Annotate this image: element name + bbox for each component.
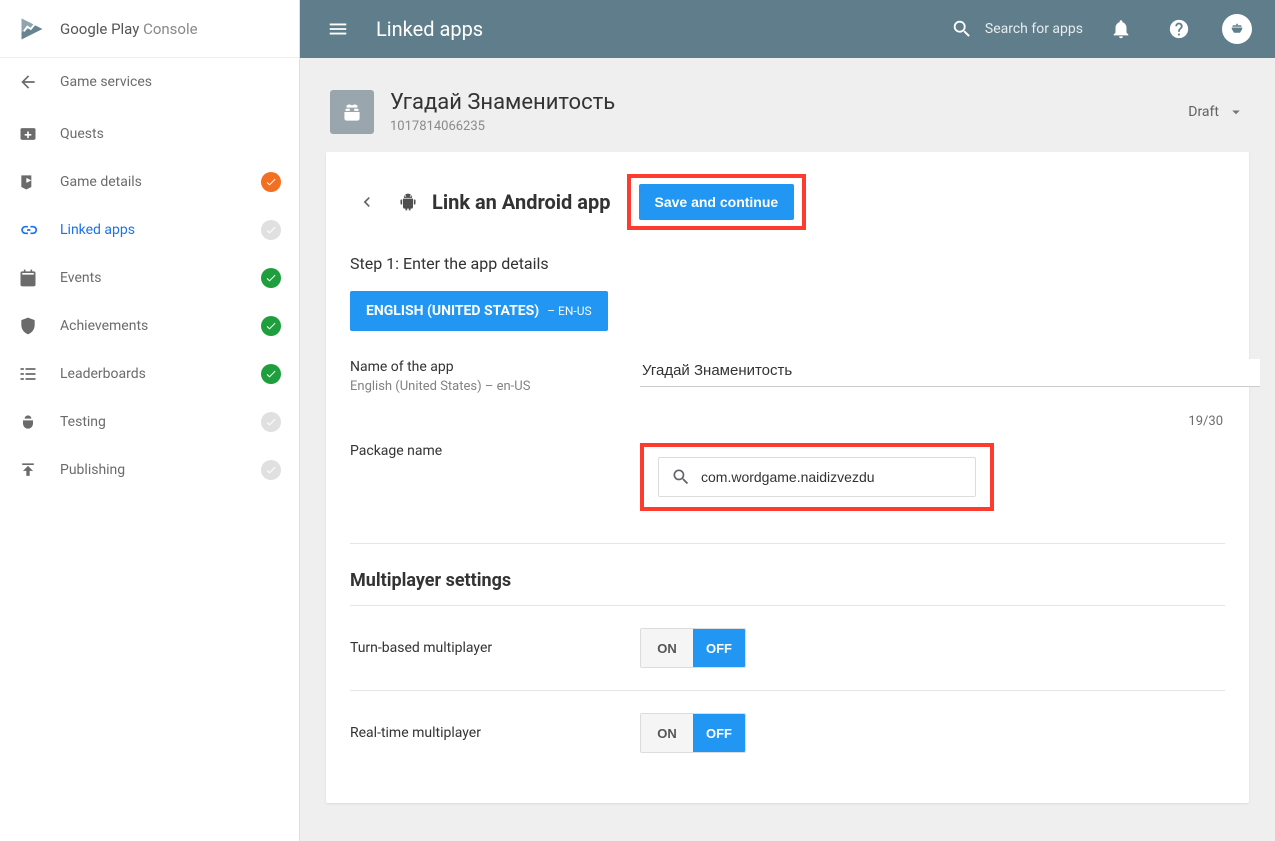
mp-rt-off-button[interactable]: OFF bbox=[693, 714, 745, 752]
sidebar-item-label: Testing bbox=[60, 414, 106, 430]
play-console-logo-icon bbox=[18, 15, 46, 43]
help-icon[interactable] bbox=[1159, 9, 1199, 49]
save-highlight-box: Save and continue bbox=[627, 174, 807, 230]
publish-icon bbox=[18, 460, 38, 480]
sidebar-item-game-details[interactable]: Game details bbox=[0, 158, 299, 206]
app-id: 1017814066235 bbox=[390, 119, 615, 134]
mp-rt-on-button[interactable]: ON bbox=[641, 714, 693, 752]
language-chip[interactable]: ENGLISH (UNITED STATES) – EN-US bbox=[350, 291, 608, 331]
sidebar-item-label: Events bbox=[60, 270, 101, 286]
sidebar-item-label: Achievements bbox=[60, 318, 148, 334]
app-thumbnail bbox=[330, 90, 374, 134]
status-badge-icon bbox=[261, 316, 281, 336]
status-badge-icon bbox=[261, 412, 281, 432]
status-badge-icon bbox=[261, 364, 281, 384]
sidebar-back[interactable]: Game services bbox=[0, 58, 299, 106]
brand: Google Play Console bbox=[0, 0, 299, 58]
sidebar-item-label: Quests bbox=[60, 126, 104, 142]
main: Linked apps Search for apps bbox=[300, 0, 1275, 841]
mp-rt-toggle: ON OFF bbox=[640, 713, 746, 753]
app-header: Угадай Знаменитость 1017814066235 Draft bbox=[326, 84, 1249, 152]
save-continue-button[interactable]: Save and continue bbox=[639, 184, 795, 220]
package-name-label: Package name bbox=[350, 443, 600, 459]
bug-icon bbox=[18, 412, 38, 432]
language-chip-sub: – EN-US bbox=[547, 304, 591, 318]
mp-turn-off-button[interactable]: OFF bbox=[693, 629, 745, 667]
mp-rt-label: Real-time multiplayer bbox=[350, 725, 600, 741]
app-name-input[interactable] bbox=[640, 359, 1260, 387]
step1-title: Step 1: Enter the app details bbox=[350, 254, 1225, 273]
app-name-sublabel: English (United States) – en-US bbox=[350, 379, 600, 394]
field-app-name: Name of the app English (United States) … bbox=[350, 331, 1225, 404]
app-title: Угадай Знаменитость bbox=[390, 90, 615, 115]
shield-icon bbox=[18, 316, 38, 336]
account-avatar[interactable] bbox=[1217, 9, 1257, 49]
chevron-down-icon bbox=[1227, 103, 1245, 121]
package-highlight-box bbox=[640, 443, 994, 511]
sidebar-item-label: Leaderboards bbox=[60, 366, 146, 382]
sidebar-item-achievements[interactable]: Achievements bbox=[0, 302, 299, 350]
card-icon bbox=[18, 172, 38, 192]
app-name-label: Name of the app bbox=[350, 359, 600, 375]
card-header: Link an Android app Save and continue bbox=[350, 174, 1225, 230]
language-chip-main: ENGLISH (UNITED STATES) bbox=[366, 303, 539, 319]
mp-turn-on-button[interactable]: ON bbox=[641, 629, 693, 667]
topbar-title: Linked apps bbox=[376, 17, 483, 41]
brand-name: Google Play Console bbox=[60, 20, 198, 38]
arrow-back-icon bbox=[18, 72, 38, 92]
sidebar-item-label: Game details bbox=[60, 174, 142, 190]
card-title: Link an Android app bbox=[432, 190, 611, 214]
mp-turn-toggle: ON OFF bbox=[640, 628, 746, 668]
notifications-icon[interactable] bbox=[1101, 9, 1141, 49]
search-icon bbox=[951, 18, 973, 40]
content: Угадай Знаменитость 1017814066235 Draft bbox=[300, 58, 1275, 829]
field-package-name: Package name bbox=[350, 429, 1225, 521]
list-icon bbox=[18, 364, 38, 384]
topbar-search[interactable]: Search for apps bbox=[951, 18, 1083, 40]
status-badge-icon bbox=[261, 172, 281, 192]
mp-section-title: Multiplayer settings bbox=[350, 570, 1225, 591]
sidebar-item-leaderboards[interactable]: Leaderboards bbox=[0, 350, 299, 398]
mp-rt-row: Real-time multiplayer ON OFF bbox=[350, 690, 1225, 775]
event-icon bbox=[18, 268, 38, 288]
menu-icon[interactable] bbox=[318, 9, 358, 49]
sidebar-item-publishing[interactable]: Publishing bbox=[0, 446, 299, 494]
package-name-field[interactable] bbox=[658, 457, 976, 497]
mp-turn-row: Turn-based multiplayer ON OFF bbox=[350, 605, 1225, 690]
status-badge-icon bbox=[261, 268, 281, 288]
topbar: Linked apps Search for apps bbox=[300, 0, 1275, 58]
sidebar-back-label: Game services bbox=[60, 74, 152, 90]
mp-turn-label: Turn-based multiplayer bbox=[350, 640, 600, 656]
app-status-dropdown[interactable]: Draft bbox=[1188, 103, 1245, 121]
android-icon bbox=[398, 191, 418, 213]
package-name-input[interactable] bbox=[701, 469, 965, 485]
sidebar: Google Play Console Game services Quests… bbox=[0, 0, 300, 841]
app-status-label: Draft bbox=[1188, 104, 1219, 120]
sidebar-nav: Quests Game details Linked apps Events Achie… bbox=[0, 106, 299, 498]
sidebar-item-label: Linked apps bbox=[60, 222, 135, 238]
sidebar-item-label: Publishing bbox=[60, 462, 125, 478]
card: Link an Android app Save and continue St… bbox=[326, 152, 1249, 803]
link-icon bbox=[18, 220, 38, 240]
status-badge-icon bbox=[261, 220, 281, 240]
add-icon bbox=[18, 124, 38, 144]
search-placeholder: Search for apps bbox=[985, 21, 1083, 37]
status-badge-icon bbox=[261, 460, 281, 480]
sidebar-item-events[interactable]: Events bbox=[0, 254, 299, 302]
app-name-charcount: 19/30 bbox=[350, 414, 1225, 429]
card-back-button[interactable] bbox=[350, 185, 384, 219]
sidebar-item-quests[interactable]: Quests bbox=[0, 110, 299, 158]
sidebar-item-testing[interactable]: Testing bbox=[0, 398, 299, 446]
sidebar-item-linked-apps[interactable]: Linked apps bbox=[0, 206, 299, 254]
search-icon bbox=[671, 467, 691, 487]
